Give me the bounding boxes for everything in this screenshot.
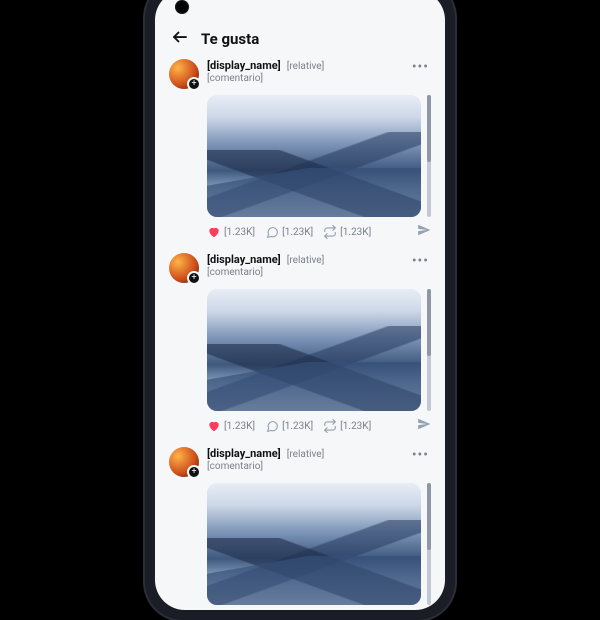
- repost-icon: [323, 419, 337, 433]
- post-body: [207, 483, 431, 605]
- heart-icon: [207, 419, 221, 433]
- avatar[interactable]: +: [169, 253, 199, 283]
- post-image[interactable]: [207, 95, 421, 217]
- screen: Te gusta + [display_name] [relative] [co…: [155, 0, 445, 610]
- avatar[interactable]: +: [169, 59, 199, 89]
- post-image[interactable]: [207, 289, 421, 411]
- comment-button[interactable]: [1.23K]: [265, 225, 313, 239]
- post-meta: [display_name] [relative] [comentario]: [207, 59, 402, 84]
- relative-time: [relative]: [287, 255, 325, 266]
- front-camera: [175, 0, 189, 14]
- post-caption: [comentario]: [207, 461, 402, 472]
- comment-icon: [265, 419, 279, 433]
- repost-count: [1.23K]: [340, 421, 371, 432]
- display-name[interactable]: [display_name]: [207, 253, 281, 266]
- post-header: + [display_name] [relative] [comentario]…: [169, 253, 431, 283]
- post-caption: [comentario]: [207, 267, 402, 278]
- feed: + [display_name] [relative] [comentario]…: [155, 59, 445, 605]
- post: + [display_name] [relative] [comentario]…: [169, 447, 431, 605]
- heart-icon: [207, 225, 221, 239]
- post-actions: [1.23K] [1.23K] [1.23K]: [207, 223, 431, 241]
- more-button[interactable]: •••: [410, 253, 431, 269]
- post: + [display_name] [relative] [comentario]…: [169, 253, 431, 435]
- post: + [display_name] [relative] [comentario]…: [169, 59, 431, 241]
- share-button[interactable]: [417, 223, 431, 241]
- post-header: + [display_name] [relative] [comentario]…: [169, 447, 431, 477]
- comment-icon: [265, 225, 279, 239]
- like-count: [1.23K]: [224, 227, 255, 238]
- post-body: [207, 95, 431, 217]
- like-count: [1.23K]: [224, 421, 255, 432]
- more-button[interactable]: •••: [410, 59, 431, 75]
- post-caption: [comentario]: [207, 73, 402, 84]
- like-button[interactable]: [1.23K]: [207, 225, 255, 239]
- avatar[interactable]: +: [169, 447, 199, 477]
- follow-badge-icon[interactable]: +: [187, 465, 201, 479]
- post-image[interactable]: [207, 483, 421, 605]
- header: Te gusta: [155, 0, 445, 59]
- follow-badge-icon[interactable]: +: [187, 271, 201, 285]
- repost-button[interactable]: [1.23K]: [323, 225, 371, 239]
- post-body: [207, 289, 431, 411]
- post-meta: [display_name] [relative] [comentario]: [207, 253, 402, 278]
- comment-button[interactable]: [1.23K]: [265, 419, 313, 433]
- page-title: Te gusta: [201, 30, 259, 48]
- back-button[interactable]: [171, 28, 189, 49]
- phone-frame: Te gusta + [display_name] [relative] [co…: [145, 0, 455, 620]
- repost-count: [1.23K]: [340, 227, 371, 238]
- repost-icon: [323, 225, 337, 239]
- image-scroll-indicator[interactable]: [427, 483, 431, 605]
- post-meta: [display_name] [relative] [comentario]: [207, 447, 402, 472]
- display-name[interactable]: [display_name]: [207, 447, 281, 460]
- comment-count: [1.23K]: [282, 421, 313, 432]
- repost-button[interactable]: [1.23K]: [323, 419, 371, 433]
- share-button[interactable]: [417, 417, 431, 435]
- post-header: + [display_name] [relative] [comentario]…: [169, 59, 431, 89]
- relative-time: [relative]: [287, 449, 325, 460]
- like-button[interactable]: [1.23K]: [207, 419, 255, 433]
- image-scroll-indicator[interactable]: [427, 289, 431, 411]
- post-actions: [1.23K] [1.23K] [1.23K]: [207, 417, 431, 435]
- follow-badge-icon[interactable]: +: [187, 77, 201, 91]
- more-button[interactable]: •••: [410, 447, 431, 463]
- relative-time: [relative]: [287, 61, 325, 72]
- image-scroll-indicator[interactable]: [427, 95, 431, 217]
- comment-count: [1.23K]: [282, 227, 313, 238]
- display-name[interactable]: [display_name]: [207, 59, 281, 72]
